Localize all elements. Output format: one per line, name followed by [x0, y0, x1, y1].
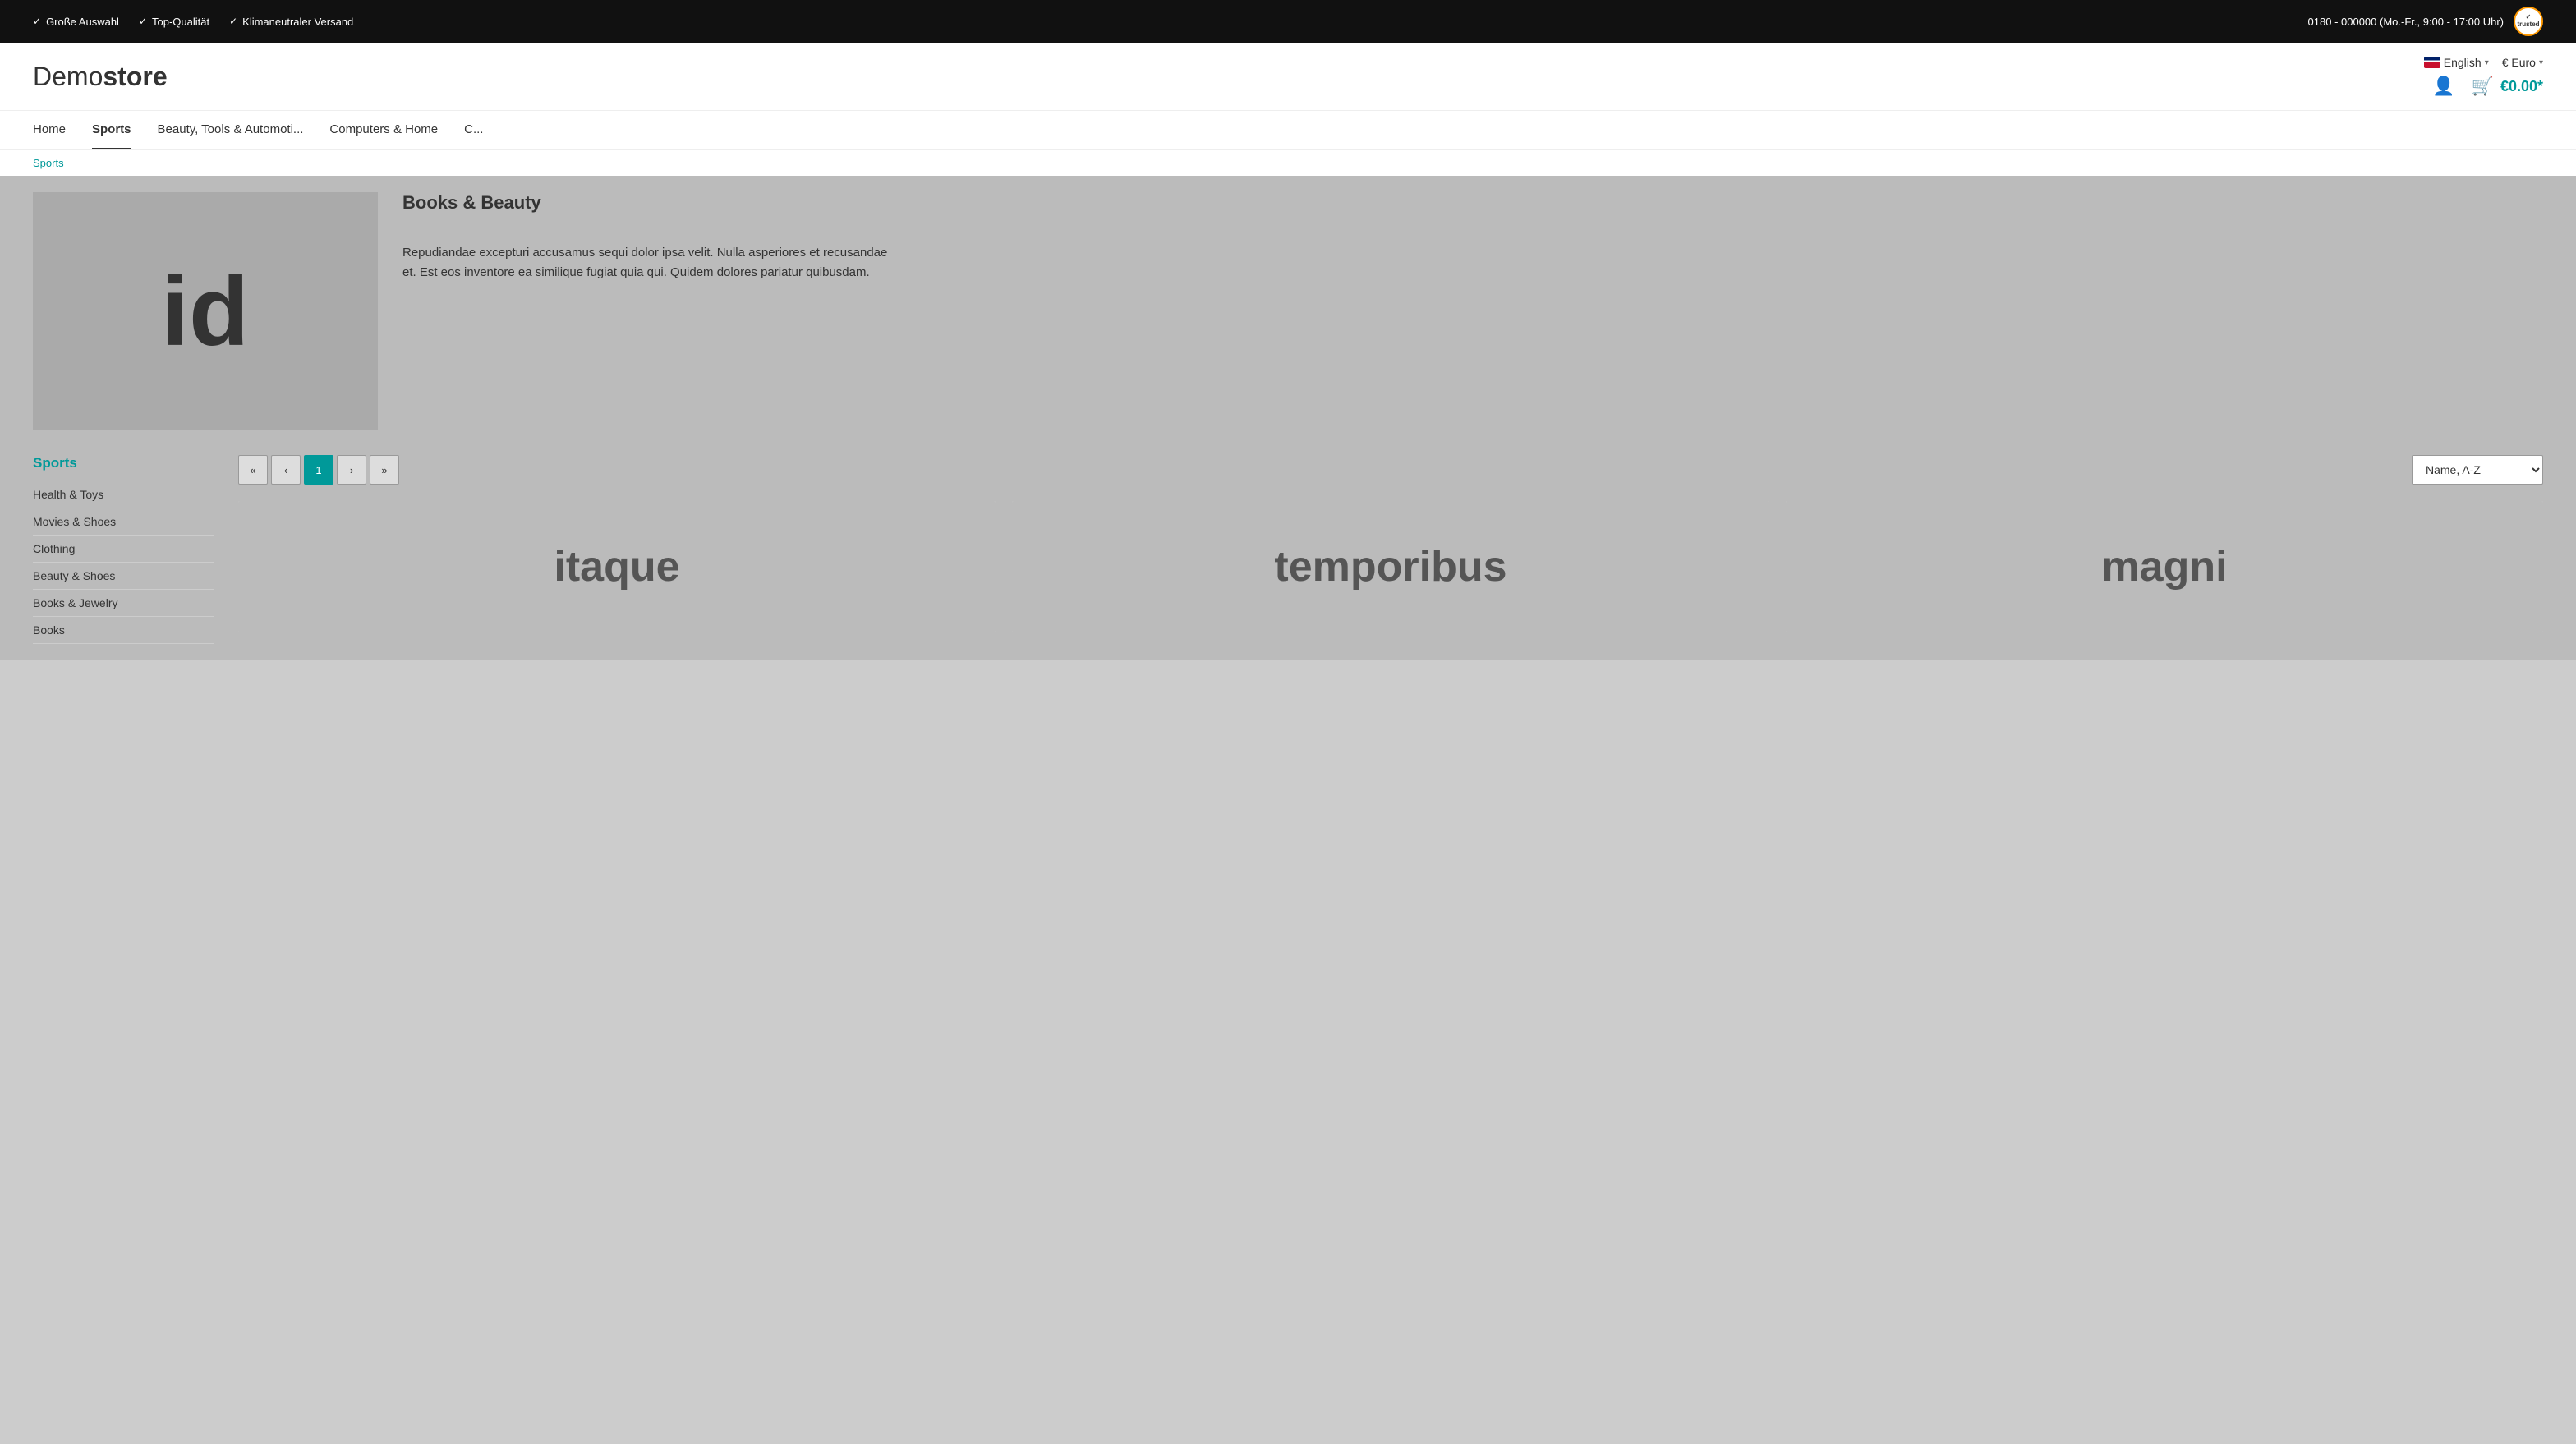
product-image-text-3: magni: [2101, 542, 2227, 591]
sidebar-item-clothing[interactable]: Clothing: [33, 536, 214, 563]
header-bottom-right: 👤 🛒 €0.00*: [2432, 76, 2543, 97]
language-label: English: [2444, 56, 2482, 69]
currency-chevron: ▾: [2539, 58, 2543, 67]
sort-select[interactable]: Name, A-Z Name, Z-A Price, low to high P…: [2412, 455, 2543, 485]
feature-1: ✓ Große Auswahl: [33, 16, 119, 28]
breadcrumb-label: Sports: [33, 157, 64, 169]
cart-icon: 🛒: [2472, 76, 2494, 97]
sidebar: Sports Health & Toys Movies & Shoes Clot…: [33, 455, 214, 644]
flag-icon: [2424, 57, 2440, 68]
check-icon-1: ✓: [33, 16, 41, 27]
pagination-first[interactable]: «: [238, 455, 268, 485]
logo-text-normal: Demo: [33, 62, 103, 91]
product-image-3: magni: [1786, 501, 2543, 632]
hero-image-text: id: [162, 255, 250, 368]
nav-home[interactable]: Home: [33, 111, 66, 149]
hero-section: id Books & Beauty Repudiandae excepturi …: [33, 192, 2543, 430]
product-image-2: temporibus: [1012, 501, 1769, 632]
pagination: « ‹ 1 › »: [238, 455, 399, 485]
phone-number: 0180 - 000000 (Mo.-Fr., 9:00 - 17:00 Uhr…: [2308, 16, 2504, 28]
trusted-badge-text: ✓trusted: [2517, 14, 2539, 29]
currency-label: € Euro: [2502, 56, 2536, 69]
product-grid: itaque temporibus magni: [238, 501, 2543, 632]
top-banner-features: ✓ Große Auswahl ✓ Top-Qualität ✓ Klimane…: [33, 16, 353, 28]
cart-amount: €0.00*: [2500, 78, 2543, 95]
user-icon[interactable]: 👤: [2432, 76, 2454, 97]
header-right: English ▾ € Euro ▾ 👤 🛒 €0.00*: [2424, 56, 2543, 97]
product-image-1: itaque: [238, 501, 996, 632]
sidebar-title: Sports: [33, 455, 214, 471]
sidebar-item-movies-shoes[interactable]: Movies & Shoes: [33, 508, 214, 536]
product-card-1[interactable]: itaque: [238, 501, 996, 632]
pagination-prev[interactable]: ‹: [271, 455, 301, 485]
hero-image: id: [33, 192, 378, 430]
language-chevron: ▾: [2485, 58, 2489, 67]
feature-2: ✓ Top-Qualität: [139, 16, 209, 28]
language-selector[interactable]: English ▾: [2424, 56, 2489, 69]
trusted-badge: ✓trusted: [2514, 7, 2543, 36]
sidebar-item-beauty-shoes[interactable]: Beauty & Shoes: [33, 563, 214, 590]
products-toolbar: « ‹ 1 › » Name, A-Z Name, Z-A Price, low…: [238, 455, 2543, 485]
content-area: Sports Health & Toys Movies & Shoes Clot…: [33, 455, 2543, 644]
feature-2-label: Top-Qualität: [152, 16, 209, 28]
products-area: « ‹ 1 › » Name, A-Z Name, Z-A Price, low…: [238, 455, 2543, 644]
logo[interactable]: Demostore: [33, 62, 168, 92]
nav-sports[interactable]: Sports: [92, 111, 131, 149]
hero-description: Repudiandae excepturi accusamus sequi do…: [402, 227, 895, 299]
pagination-current[interactable]: 1: [304, 455, 334, 485]
feature-3: ✓ Klimaneutraler Versand: [229, 16, 353, 28]
product-card-2[interactable]: temporibus: [1012, 501, 1769, 632]
product-image-text-2: temporibus: [1274, 542, 1506, 591]
product-image-text-1: itaque: [554, 542, 679, 591]
sidebar-item-books-jewelry[interactable]: Books & Jewelry: [33, 590, 214, 617]
pagination-next[interactable]: ›: [337, 455, 366, 485]
top-banner: ✓ Große Auswahl ✓ Top-Qualität ✓ Klimane…: [0, 0, 2576, 43]
sidebar-item-books[interactable]: Books: [33, 617, 214, 644]
top-banner-right: 0180 - 000000 (Mo.-Fr., 9:00 - 17:00 Uhr…: [2308, 7, 2543, 36]
main-area: id Books & Beauty Repudiandae excepturi …: [0, 176, 2576, 660]
category-title: Books & Beauty: [402, 192, 2543, 214]
header: Demostore English ▾ € Euro ▾ 👤 🛒 €0.00*: [0, 43, 2576, 110]
check-icon-2: ✓: [139, 16, 147, 27]
pagination-last[interactable]: »: [370, 455, 399, 485]
nav-computers-home[interactable]: Computers & Home: [329, 111, 438, 149]
currency-selector[interactable]: € Euro ▾: [2502, 56, 2543, 69]
feature-3-label: Klimaneutraler Versand: [242, 16, 353, 28]
check-icon-3: ✓: [229, 16, 237, 27]
header-top-right: English ▾ € Euro ▾: [2424, 56, 2543, 69]
feature-1-label: Große Auswahl: [46, 16, 119, 28]
sidebar-item-health-toys[interactable]: Health & Toys: [33, 481, 214, 508]
product-card-3[interactable]: magni: [1786, 501, 2543, 632]
breadcrumb: Sports: [0, 149, 2576, 176]
navigation: Home Sports Beauty, Tools & Automoti... …: [0, 110, 2576, 149]
logo-text-bold: store: [103, 62, 167, 91]
nav-more[interactable]: C...: [464, 111, 483, 149]
cart-button[interactable]: 🛒 €0.00*: [2472, 76, 2543, 97]
nav-beauty-tools[interactable]: Beauty, Tools & Automoti...: [158, 111, 304, 149]
